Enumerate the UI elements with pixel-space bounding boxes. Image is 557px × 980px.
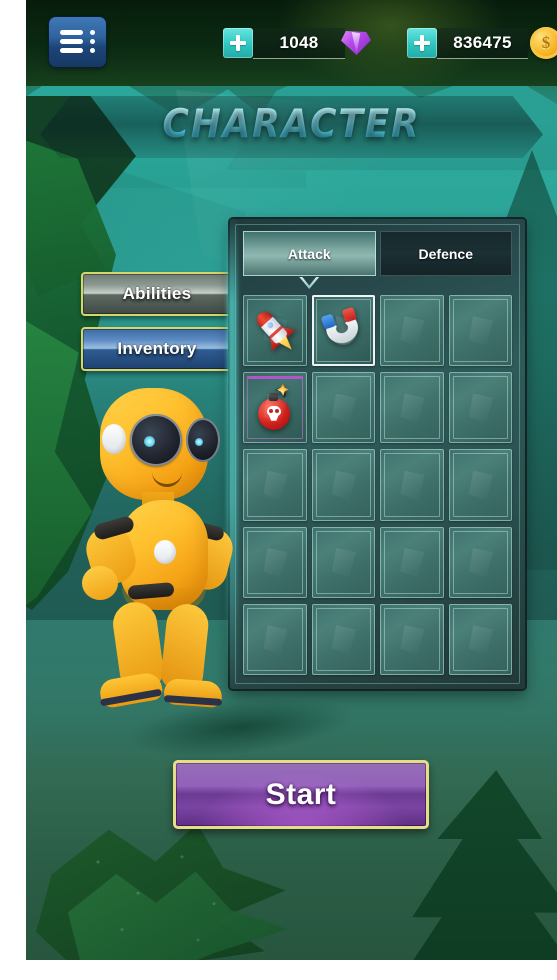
- gem-amount: 1048: [279, 32, 319, 52]
- robot-eye-left: [130, 414, 182, 466]
- item-slot-magnet[interactable]: [311, 295, 376, 367]
- item-slot-empty[interactable]: [311, 449, 375, 521]
- item-slot-empty[interactable]: [311, 526, 375, 598]
- item-slot-empty[interactable]: [243, 603, 307, 675]
- item-slot-empty[interactable]: [448, 526, 512, 598]
- page-title-container: CHARACTER: [26, 96, 557, 158]
- robot-hand-left: [82, 566, 118, 600]
- magnet-icon: [318, 305, 368, 355]
- add-gems-button[interactable]: [223, 28, 253, 58]
- rocket-icon: [243, 298, 307, 363]
- coin-counter: 836475 $: [407, 26, 557, 60]
- equipment-panel: Attack Defence: [227, 216, 525, 692]
- item-slot-empty[interactable]: [311, 372, 375, 444]
- tab-attack-label: Attack: [287, 245, 331, 262]
- robot-eye-right: [186, 418, 220, 462]
- start-button[interactable]: Start: [173, 760, 429, 829]
- tab-defence[interactable]: Defence: [379, 231, 512, 276]
- item-slot-empty[interactable]: [311, 603, 375, 675]
- item-slot-empty[interactable]: [243, 449, 307, 521]
- item-slot-empty[interactable]: [448, 603, 512, 675]
- item-grid: [243, 295, 512, 675]
- yellow-robot-avatar: [72, 388, 252, 733]
- item-slot-empty[interactable]: [380, 372, 444, 444]
- coin-amount-bar: 836475: [437, 27, 528, 59]
- item-slot-empty[interactable]: [380, 449, 444, 521]
- item-slot-rocket[interactable]: [243, 295, 307, 367]
- coin-amount: 836475: [453, 32, 512, 52]
- game-screen: 1048 836475 $ CHARACTER Abilities Invent…: [26, 0, 557, 960]
- inventory-button[interactable]: Inventory: [81, 327, 233, 371]
- panel-tabs: Attack Defence: [243, 231, 512, 289]
- item-slot-empty[interactable]: [448, 372, 512, 444]
- robot-ear: [102, 424, 126, 454]
- menu-button[interactable]: [49, 17, 106, 67]
- item-slot-empty[interactable]: [243, 526, 307, 598]
- robot-chest-light: [154, 540, 176, 564]
- abilities-button-label: Abilities: [122, 284, 192, 303]
- abilities-button[interactable]: Abilities: [81, 272, 233, 316]
- start-button-label: Start: [265, 777, 337, 811]
- item-content: [312, 295, 376, 366]
- gem-counter: 1048: [223, 26, 373, 60]
- item-content: [243, 295, 307, 366]
- item-slot-empty[interactable]: [448, 449, 512, 521]
- page-title: CHARACTER: [47, 102, 536, 147]
- gem-amount-bar: 1048: [253, 27, 345, 59]
- item-slot-empty[interactable]: [380, 603, 444, 675]
- item-content: [243, 372, 307, 443]
- coin-icon: $: [530, 27, 557, 59]
- top-hud-bar: 1048 836475 $: [26, 0, 557, 86]
- bomb-icon: [253, 383, 297, 430]
- item-slot-empty[interactable]: [380, 526, 444, 598]
- gem-icon: [339, 28, 373, 58]
- tab-defence-label: Defence: [418, 245, 473, 262]
- inventory-button-label: Inventory: [117, 339, 197, 358]
- foliage-dots: [74, 836, 274, 960]
- hamburger-list-icon: [59, 29, 96, 55]
- coin-symbol: $: [541, 33, 551, 52]
- item-slot-empty[interactable]: [448, 295, 512, 367]
- tab-attack[interactable]: Attack: [243, 231, 376, 289]
- active-tab-chevron-icon: [243, 277, 376, 289]
- add-coins-button[interactable]: [407, 28, 437, 58]
- item-slot-bomb[interactable]: [243, 372, 307, 444]
- item-slot-empty[interactable]: [380, 295, 444, 367]
